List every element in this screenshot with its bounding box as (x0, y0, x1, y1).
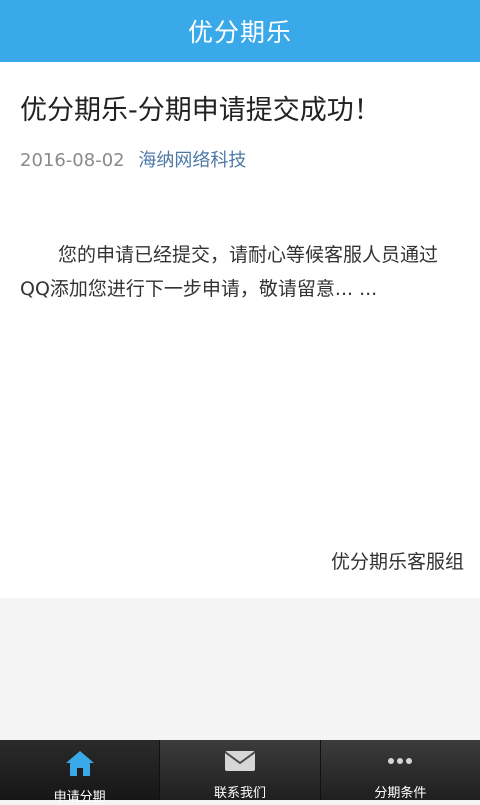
article-author-link[interactable]: 海纳网络科技 (138, 150, 246, 171)
bottom-tab-bar: 申请分期 联系我们 分期条件 (0, 740, 480, 805)
app-header: 优分期乐 (0, 0, 480, 62)
article-body: 您的申请已经提交，请耐心等候客服人员通过QQ添加您进行下一步申请，敬请留意...… (20, 244, 439, 300)
article-meta: 2016-08-02 海纳网络科技 (20, 146, 246, 172)
tab-label: 联系我们 (213, 786, 266, 801)
mail-icon (223, 748, 257, 774)
article-date: 2016-08-02 (20, 150, 125, 171)
app-title: 优分期乐 (187, 18, 292, 47)
article-title: 优分期乐-分期申请提交成功！ (20, 95, 381, 126)
tab-contact-us[interactable]: 联系我们 (160, 740, 321, 801)
tab-label: 分期条件 (374, 786, 427, 801)
tab-label: 申请分期 (53, 790, 106, 805)
more-icon (383, 748, 417, 774)
home-icon (63, 748, 97, 778)
tab-apply-installment[interactable]: 申请分期 (0, 740, 161, 805)
article-signature: 优分期乐客服组 (330, 551, 464, 573)
tab-installment-conditions[interactable]: 分期条件 (321, 740, 480, 801)
article-content: 优分期乐-分期申请提交成功！ 2016-08-02 海纳网络科技 您的申请已经提… (0, 62, 480, 598)
